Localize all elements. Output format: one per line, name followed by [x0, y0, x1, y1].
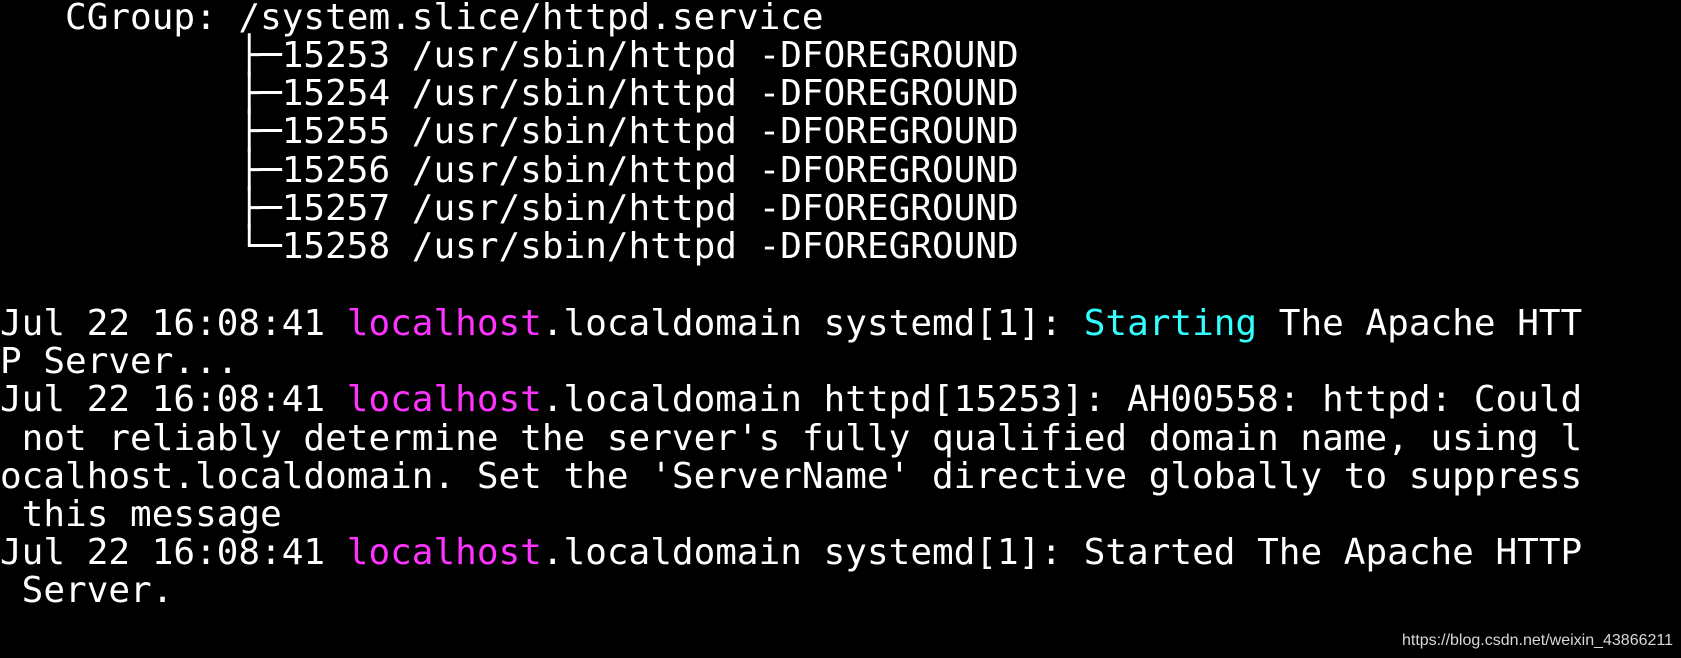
log-hostname: localhost [346, 532, 542, 573]
log-line: Jul 22 16:08:41 localhost.localdomain sy… [0, 532, 1582, 573]
log-line-wrap: not reliably determine the server's full… [0, 418, 1583, 459]
log-message: .localdomain httpd[15253]: AH00558: http… [541, 379, 1583, 420]
log-status: Starting [1083, 303, 1258, 344]
process-tree-line: └─15258 /usr/sbin/httpd -DFOREGROUND [0, 226, 1019, 267]
log-hostname: localhost [346, 303, 542, 344]
cgroup-line: CGroup: /system.slice/httpd.service [0, 0, 824, 38]
process-tree-line: ├─15256 /usr/sbin/httpd -DFOREGROUND [0, 150, 1019, 191]
log-message: The Apache HTT [1257, 303, 1583, 344]
process-tree-line: ├─15257 /usr/sbin/httpd -DFOREGROUND [0, 188, 1019, 229]
log-timestamp: Jul 22 16:08:41 [0, 379, 347, 420]
process-tree-line: ├─15253 /usr/sbin/httpd -DFOREGROUND [0, 35, 1019, 76]
log-line-wrap: Server. [0, 570, 174, 611]
log-line-wrap: P Server... [0, 341, 239, 382]
log-message: .localdomain systemd[1]: Started The Apa… [541, 532, 1583, 573]
terminal-window: CGroup: /system.slice/httpd.service ├─15… [0, 0, 1681, 658]
log-line-wrap: this message [0, 494, 282, 535]
log-line: Jul 22 16:08:41 localhost.localdomain ht… [0, 379, 1582, 420]
log-timestamp: Jul 22 16:08:41 [0, 532, 347, 573]
process-tree-line: ├─15255 /usr/sbin/httpd -DFOREGROUND [0, 111, 1019, 152]
watermark-url: https://blog.csdn.net/weixin_43866211 [1401, 632, 1673, 649]
log-timestamp: Jul 22 16:08:41 [0, 303, 347, 344]
log-source: .localdomain systemd[1]: [541, 303, 1084, 344]
log-hostname: localhost [346, 379, 542, 420]
process-tree-line: ├─15254 /usr/sbin/httpd -DFOREGROUND [0, 73, 1019, 114]
log-line: Jul 22 16:08:41 localhost.localdomain sy… [0, 303, 1582, 344]
log-line-wrap: ocalhost.localdomain. Set the 'ServerNam… [0, 456, 1583, 497]
